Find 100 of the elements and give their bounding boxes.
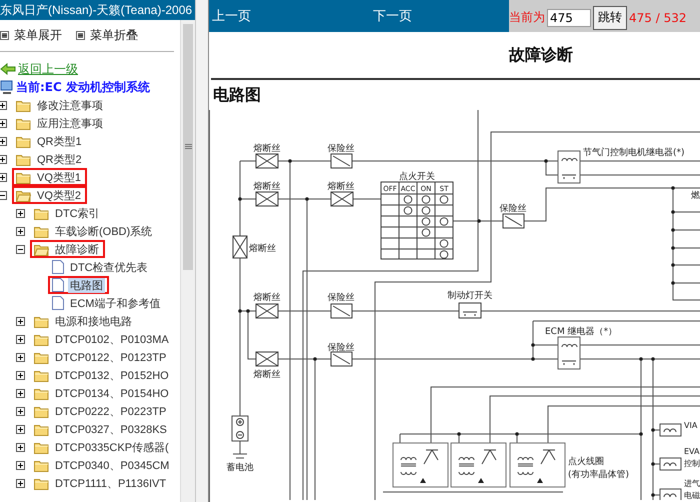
expand-icon[interactable]: [16, 406, 24, 416]
tree-item[interactable]: 故障诊断: [53, 242, 101, 256]
junction-dot: [515, 432, 519, 436]
collapse-icon[interactable]: [0, 190, 6, 200]
expand-icon[interactable]: [0, 154, 6, 164]
tree-item[interactable]: DTCP0327、P0328KS: [53, 422, 169, 436]
relay-symbol: [558, 336, 580, 370]
diagram-label: 制动灯开关: [448, 291, 492, 301]
tree-item[interactable]: QR类型2: [35, 152, 84, 166]
junction-dot: [238, 309, 242, 313]
diagram-label: ECM 继电器（*）: [545, 327, 618, 337]
prev-page-link[interactable]: 上一页: [209, 7, 370, 25]
document-icon: [52, 296, 64, 310]
current-page-label: 当前为: [509, 9, 545, 26]
diagram-label: 控制: [684, 459, 700, 468]
fuse-symbol: [330, 192, 354, 206]
tree-item[interactable]: ECM端子和参考值: [68, 296, 162, 310]
junction-dot: [651, 462, 655, 466]
folder-icon: [34, 368, 49, 382]
diagram-label: 进气: [684, 479, 700, 488]
tree-item[interactable]: 修改注意事项: [35, 98, 105, 112]
page-input[interactable]: 475: [547, 8, 591, 26]
tree-item[interactable]: DTCP0132、P0152HO: [53, 368, 171, 382]
junction-dot: [313, 357, 317, 361]
tree-item[interactable]: DTCP0335CKP传感器(: [53, 440, 171, 454]
junction-dot: [246, 309, 250, 313]
junction-dot: [457, 432, 461, 436]
junction-dot: [671, 246, 675, 250]
expand-icon[interactable]: [0, 136, 6, 146]
menu-button[interactable]: 菜单折叠: [76, 27, 138, 44]
tree-item[interactable]: DTCP0122、P0123TP: [53, 350, 168, 364]
tree-item[interactable]: DTCP0222、P0223TP: [53, 404, 168, 418]
folder-icon: [34, 242, 49, 256]
folder-icon: [16, 188, 31, 202]
folder-icon: [34, 386, 49, 400]
folder-icon: [16, 170, 31, 184]
folder-icon: [34, 350, 49, 364]
expand-icon[interactable]: [16, 478, 24, 488]
diagram-label: EVA: [684, 447, 700, 456]
expand-icon[interactable]: [16, 442, 24, 452]
diagram-label: 保险丝: [500, 204, 526, 214]
folder-icon: [34, 404, 49, 418]
document-icon: [52, 278, 64, 292]
next-page-link[interactable]: 下一页: [370, 7, 473, 25]
tree-item[interactable]: DTCP0102、P0103MA: [53, 332, 171, 346]
folder-icon: [16, 116, 31, 130]
expand-icon[interactable]: [16, 388, 24, 398]
expand-icon[interactable]: [16, 460, 24, 470]
junction-dot: [651, 428, 655, 432]
tree-item[interactable]: 电源和接地电路: [53, 314, 134, 328]
expand-icon[interactable]: [16, 334, 24, 344]
expand-icon[interactable]: [16, 316, 24, 326]
document-title: 故障诊断: [509, 44, 573, 66]
scrollbar[interactable]: [180, 20, 195, 502]
tree-item[interactable]: QR类型1: [35, 134, 84, 148]
menu-button[interactable]: 菜单展开: [0, 27, 62, 44]
ground-symbol: [232, 454, 248, 458]
scrollbar-thumb[interactable]: [183, 24, 193, 270]
folder-icon: [34, 440, 49, 454]
folder-icon: [34, 332, 49, 346]
diagram-label: 保险丝: [328, 343, 354, 353]
tree-item[interactable]: 电路图: [68, 278, 105, 292]
fuse-symbol: [256, 154, 278, 168]
expand-icon[interactable]: [16, 352, 24, 362]
folder-icon: [34, 476, 49, 490]
expand-icon[interactable]: [16, 208, 24, 218]
fuse-symbol: [256, 192, 278, 206]
window-title: 东风日产(Nissan)-天籁(Teana)-2006: [0, 0, 195, 20]
expand-icon[interactable]: [0, 100, 6, 110]
junction-dot: [477, 219, 481, 223]
expand-icon[interactable]: [16, 370, 24, 380]
diagram-label: 蓄电池: [226, 463, 254, 473]
coil-symbol: [660, 458, 682, 470]
jump-button[interactable]: 跳转: [593, 6, 627, 30]
back-arrow-icon: [0, 63, 16, 75]
expand-icon[interactable]: [16, 226, 24, 236]
tree-item[interactable]: VQ类型1: [35, 170, 84, 184]
tree-item[interactable]: DTCP0134、P0154HO: [53, 386, 171, 400]
collapse-icon[interactable]: [16, 244, 24, 254]
tree-item[interactable]: DTCP1111、P1136IVT: [53, 476, 168, 490]
tree-item[interactable]: DTC索引: [53, 206, 102, 220]
page-count: 475 / 532: [629, 10, 686, 24]
tree-item[interactable]: DTCP0340、P0345CM: [53, 458, 172, 472]
folder-icon: [34, 422, 49, 436]
tree-item[interactable]: 应用注意事项: [35, 116, 105, 130]
diagram-label: VIA: [684, 421, 698, 430]
back-link[interactable]: 返回上一级: [18, 60, 78, 78]
diagram-label: 保险丝: [328, 293, 354, 303]
expand-icon[interactable]: [0, 172, 6, 182]
folder-icon: [16, 152, 31, 166]
junction-dot: [671, 281, 675, 285]
tree-item[interactable]: VQ类型2: [35, 188, 84, 202]
expand-icon[interactable]: [0, 118, 6, 128]
tree-item[interactable]: 车载诊断(OBD)系统: [53, 224, 154, 238]
diagram-label: 电磁: [684, 491, 700, 500]
tree-item[interactable]: DTC检查优先表: [68, 260, 150, 274]
splitter[interactable]: [195, 0, 209, 502]
junction-dot: [671, 228, 675, 232]
junction-dot: [531, 357, 535, 361]
expand-icon[interactable]: [16, 424, 24, 434]
